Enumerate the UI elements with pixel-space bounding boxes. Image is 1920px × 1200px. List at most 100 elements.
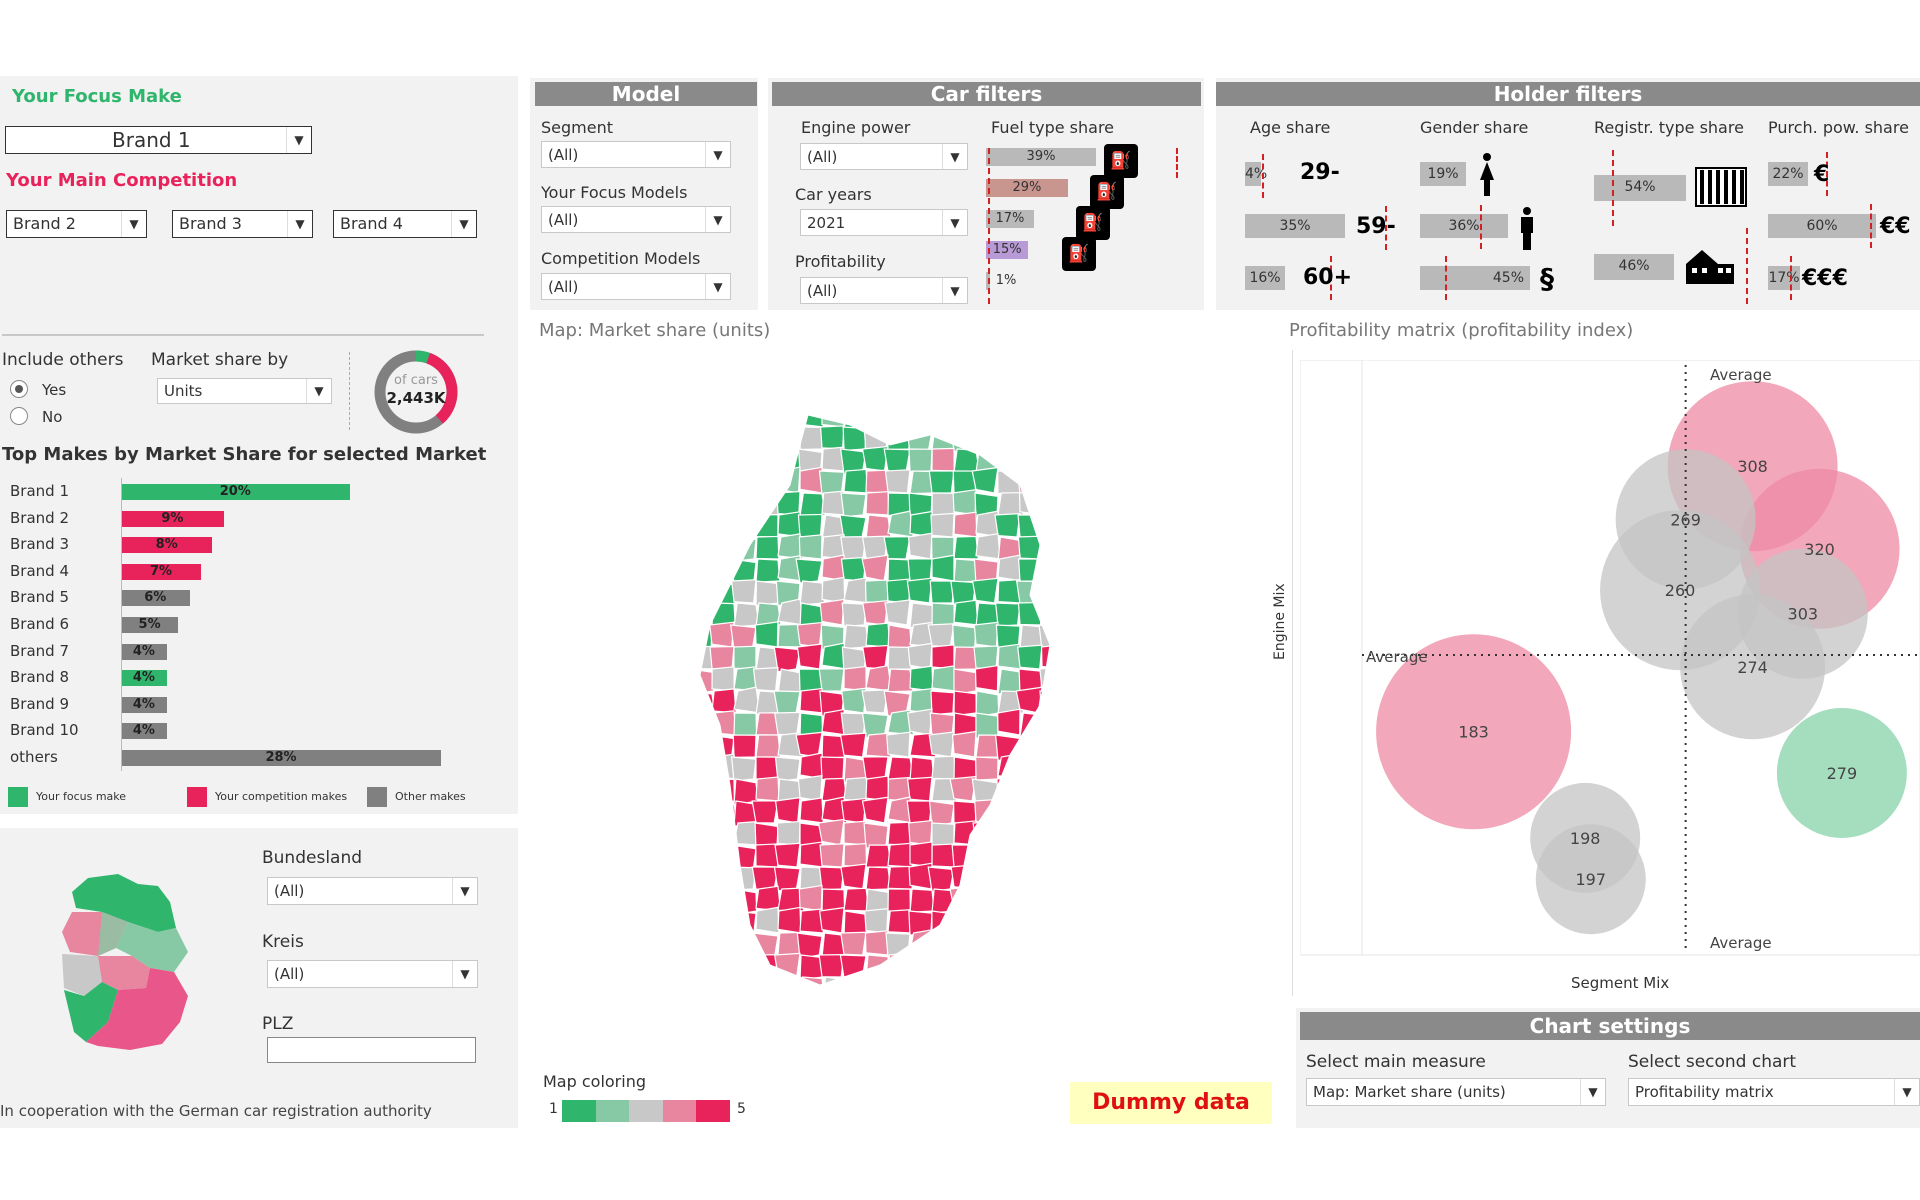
map-district[interactable] xyxy=(796,643,823,670)
map-district[interactable] xyxy=(1127,844,1136,867)
map-district[interactable] xyxy=(1038,756,1064,782)
map-district[interactable] xyxy=(884,599,911,626)
map-district[interactable] xyxy=(799,797,824,824)
map-district[interactable] xyxy=(909,888,935,913)
map-district[interactable] xyxy=(1064,996,1088,1005)
map-district[interactable] xyxy=(1083,600,1108,625)
map-district[interactable] xyxy=(795,558,823,584)
map-district[interactable] xyxy=(906,800,933,824)
radio-no[interactable] xyxy=(10,407,28,425)
map-district[interactable] xyxy=(798,534,823,560)
map-district[interactable] xyxy=(953,599,979,626)
map-district[interactable] xyxy=(1019,910,1046,935)
map-district[interactable] xyxy=(1063,845,1086,867)
map-district[interactable] xyxy=(1019,822,1047,849)
top-makes-bar[interactable]: 4% xyxy=(121,643,167,660)
map-district[interactable] xyxy=(1064,801,1087,824)
map-district[interactable] xyxy=(1086,424,1111,449)
map-district[interactable] xyxy=(997,973,1025,999)
map-district[interactable] xyxy=(1130,735,1136,757)
map-district[interactable] xyxy=(906,776,933,802)
map-district[interactable] xyxy=(1083,514,1108,537)
map-district[interactable] xyxy=(796,621,823,648)
top-makes-bar[interactable]: 9% xyxy=(121,510,224,527)
map-district[interactable] xyxy=(1037,909,1064,934)
map-district[interactable] xyxy=(1127,426,1136,449)
map-district[interactable] xyxy=(994,954,1021,978)
map-district[interactable] xyxy=(1086,537,1110,560)
map-district[interactable] xyxy=(733,888,758,916)
map-district[interactable] xyxy=(975,712,999,739)
map-district[interactable] xyxy=(1039,666,1064,692)
map-district[interactable] xyxy=(930,405,955,428)
map-district[interactable] xyxy=(907,642,933,670)
map-district[interactable] xyxy=(773,405,801,428)
map-district[interactable] xyxy=(840,863,867,890)
map-district[interactable] xyxy=(931,492,955,516)
map-district[interactable] xyxy=(1085,998,1108,1005)
map-district[interactable] xyxy=(1130,866,1136,889)
map-district[interactable] xyxy=(710,536,735,562)
map-district[interactable] xyxy=(1130,757,1136,780)
second-chart-select[interactable]: Profitability matrix ▼ xyxy=(1628,1078,1920,1106)
map-district[interactable] xyxy=(1105,779,1130,802)
map-district[interactable] xyxy=(690,709,717,736)
map-district[interactable] xyxy=(927,866,955,893)
segment-select[interactable]: (All) ▼ xyxy=(541,141,731,168)
map-district[interactable] xyxy=(800,997,822,1005)
map-district[interactable] xyxy=(865,954,891,980)
map-district[interactable] xyxy=(887,668,914,693)
map-district[interactable] xyxy=(773,952,801,978)
map-district[interactable] xyxy=(1060,887,1086,911)
map-district[interactable] xyxy=(1060,688,1086,713)
map-district[interactable] xyxy=(1060,427,1086,449)
map-district[interactable] xyxy=(755,558,781,583)
map-district[interactable] xyxy=(690,732,716,758)
map-district[interactable] xyxy=(690,426,713,453)
map-district[interactable] xyxy=(1129,405,1136,427)
map-district[interactable] xyxy=(1108,625,1132,647)
map-district[interactable] xyxy=(997,426,1023,452)
map-district[interactable] xyxy=(886,426,911,451)
map-district[interactable] xyxy=(841,974,867,999)
map-district[interactable] xyxy=(952,489,977,516)
map-district[interactable] xyxy=(711,866,739,890)
map-district[interactable] xyxy=(777,906,802,934)
fuel-bar[interactable]: 39% xyxy=(986,148,1096,166)
map-district[interactable] xyxy=(819,425,845,450)
map-district[interactable] xyxy=(864,907,889,934)
map-district[interactable] xyxy=(973,621,999,648)
map-district[interactable] xyxy=(1062,735,1086,761)
map-district[interactable] xyxy=(690,866,713,894)
map-district[interactable] xyxy=(929,580,955,604)
map-district[interactable] xyxy=(863,996,888,1005)
map-district[interactable] xyxy=(797,774,823,802)
map-district[interactable] xyxy=(1063,537,1086,561)
map-district[interactable] xyxy=(755,734,782,758)
map-district[interactable] xyxy=(1108,844,1131,867)
map-district[interactable] xyxy=(907,532,933,560)
map-district[interactable] xyxy=(972,844,999,871)
map-district[interactable] xyxy=(797,513,823,538)
map-district[interactable] xyxy=(1041,558,1065,584)
top-makes-bar[interactable]: 28% xyxy=(121,750,441,766)
map-district[interactable] xyxy=(997,844,1022,872)
map-district[interactable] xyxy=(711,666,735,692)
map-district[interactable] xyxy=(1064,645,1088,669)
map-district[interactable] xyxy=(839,954,867,979)
map-district[interactable] xyxy=(731,489,757,516)
map-district[interactable] xyxy=(931,843,955,868)
map-district[interactable] xyxy=(774,842,801,868)
map-district[interactable] xyxy=(931,644,955,670)
map-district[interactable] xyxy=(1019,799,1045,824)
map-district[interactable] xyxy=(862,644,889,670)
map-district[interactable] xyxy=(907,558,933,582)
map-district[interactable] xyxy=(733,645,757,670)
map-district[interactable] xyxy=(733,511,757,538)
map-district[interactable] xyxy=(751,800,779,824)
map-district[interactable] xyxy=(1063,512,1086,537)
map-district[interactable] xyxy=(820,756,845,781)
map-district[interactable] xyxy=(1108,977,1132,1002)
map-district[interactable] xyxy=(1016,954,1043,981)
map-district[interactable] xyxy=(1019,424,1046,450)
